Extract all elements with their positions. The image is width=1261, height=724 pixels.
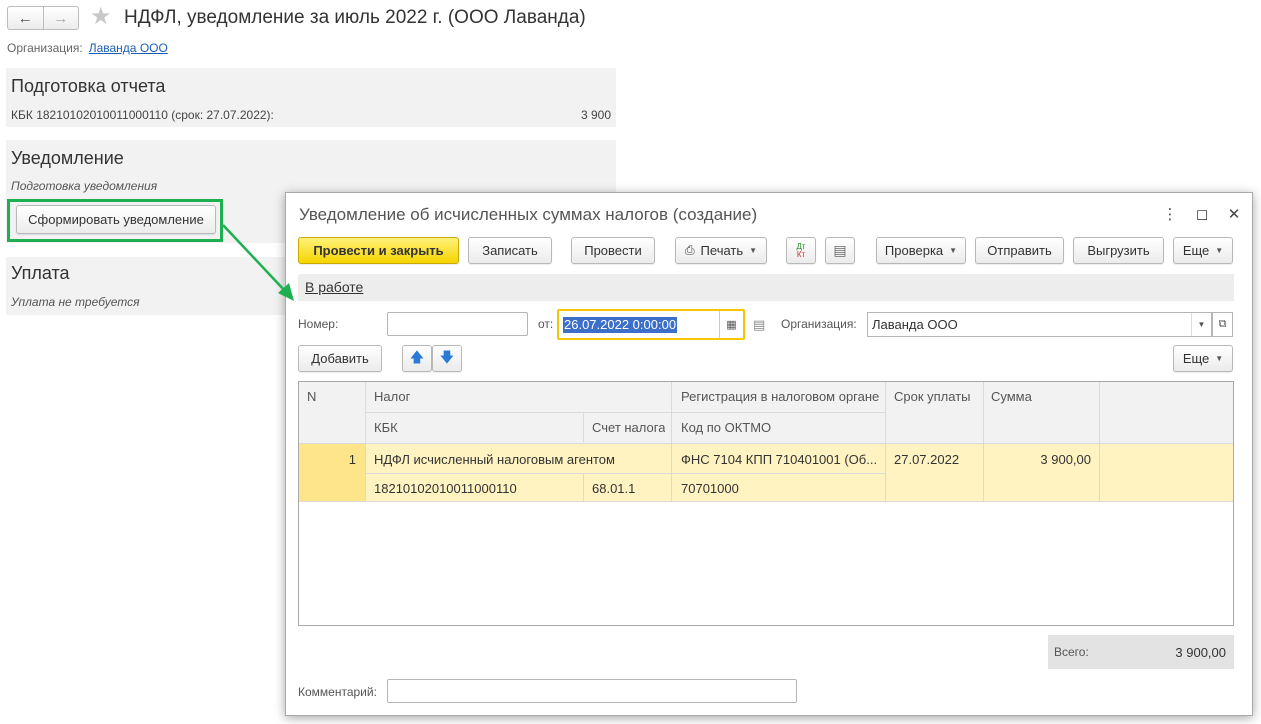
organization-link[interactable]: Лаванда ООО <box>89 41 168 55</box>
post-button[interactable]: Провести <box>571 237 655 264</box>
check-button[interactable]: Проверка ▼ <box>876 237 966 264</box>
comment-input[interactable] <box>387 679 797 703</box>
move-down-icon[interactable]: 🡇 <box>432 345 462 372</box>
close-icon[interactable]: ✕ <box>1226 205 1242 223</box>
send-button[interactable]: Отправить <box>975 237 1064 264</box>
number-label: Номер: <box>298 317 339 331</box>
header-oktmo[interactable]: Код по ОКТМО <box>681 420 771 435</box>
row-sum[interactable]: 3 900,00 <box>991 452 1091 467</box>
dialog-title: Уведомление об исчисленных суммах налого… <box>299 205 758 224</box>
header-registration[interactable]: Регистрация в налоговом органе <box>681 389 881 404</box>
header-sum[interactable]: Сумма <box>991 389 1032 404</box>
notice-title: Уведомление <box>11 148 124 168</box>
table-more-label: Еще <box>1182 351 1210 366</box>
report-icon-button[interactable]: ▤ <box>825 237 855 264</box>
number-input[interactable] <box>387 312 528 336</box>
status-link[interactable]: В работе <box>305 279 363 295</box>
history-list-icon[interactable]: ▤ <box>753 317 765 333</box>
header-kbk[interactable]: КБК <box>374 420 398 435</box>
printer-icon: ⎙ <box>684 243 695 257</box>
dropdown-caret-icon: ▼ <box>949 246 958 255</box>
maximize-icon[interactable]: ◻ <box>1194 205 1210 223</box>
notice-subtitle: Подготовка уведомления <box>11 179 158 193</box>
status-bar: В работе <box>298 274 1234 301</box>
open-organization-icon[interactable]: ⧉ <box>1212 312 1233 337</box>
date-label: от: <box>538 317 554 331</box>
row-account[interactable]: 68.01.1 <box>592 481 635 496</box>
kbk-line: КБК 18210102010011000110 (срок: 27.07.20… <box>11 108 274 122</box>
check-label: Проверка <box>884 243 944 258</box>
organization-label: Организация: <box>781 317 857 331</box>
header-n[interactable]: N <box>307 389 316 404</box>
comment-label: Комментарий: <box>298 685 377 699</box>
more-menu-icon[interactable]: ⋮ <box>1162 205 1178 223</box>
total-value: 3 900,00 <box>1175 645 1226 660</box>
dropdown-caret-icon: ▼ <box>1215 354 1224 363</box>
row-registration[interactable]: ФНС 7104 КПП 710401001 (Об... <box>681 452 881 467</box>
report-preparation-group: Подготовка отчета КБК 182101020100110001… <box>6 68 616 127</box>
table-more-button[interactable]: Еще ▼ <box>1173 345 1233 372</box>
organization-line: Организация: Лаванда ООО <box>7 41 168 55</box>
generate-notice-button[interactable]: Сформировать уведомление <box>16 205 216 234</box>
favorite-star-icon[interactable]: ★ <box>90 4 112 30</box>
payment-title: Уплата <box>11 263 70 283</box>
print-button[interactable]: ⎙ Печать ▼ <box>675 237 767 264</box>
add-row-button[interactable]: Добавить <box>298 345 382 372</box>
header-tax[interactable]: Налог <box>374 389 410 404</box>
back-arrow-icon[interactable]: ← <box>8 7 43 29</box>
more-button[interactable]: Еще ▼ <box>1173 237 1233 264</box>
move-up-icon[interactable]: 🡅 <box>402 345 432 372</box>
dropdown-caret-icon: ▼ <box>1215 246 1224 255</box>
row-tax[interactable]: НДФЛ исчисленный налоговым агентом <box>374 452 664 467</box>
taxes-table: N Налог КБК Счет налога Регистрация в на… <box>298 381 1234 626</box>
post-and-close-button[interactable]: Провести и закрыть <box>298 237 459 264</box>
kbk-amount: 3 900 <box>580 108 611 122</box>
report-preparation-title: Подготовка отчета <box>11 76 166 96</box>
row-oktmo[interactable]: 70701000 <box>681 481 739 496</box>
print-label: Печать <box>700 243 744 258</box>
row-kbk[interactable]: 18210102010011000110 <box>374 481 517 496</box>
dt-kt-button[interactable]: Дт Кт <box>786 237 816 264</box>
header-due-date[interactable]: Срок уплаты <box>894 389 971 404</box>
more-label: Еще <box>1182 243 1210 258</box>
chevron-down-icon[interactable]: ▼ <box>1191 313 1211 336</box>
page-title: НДФЛ, уведомление за июль 2022 г. (ООО Л… <box>124 7 586 28</box>
header-account[interactable]: Счет налога <box>592 420 665 435</box>
date-input[interactable]: 26.07.2022 0:00:00 ▦ <box>557 309 745 340</box>
date-value: 26.07.2022 0:00:00 <box>563 317 678 333</box>
organization-select[interactable]: Лаванда ООО ▼ <box>867 312 1212 337</box>
save-button[interactable]: Записать <box>468 237 552 264</box>
upload-button[interactable]: Выгрузить <box>1073 237 1164 264</box>
kt-icon: Кт <box>796 249 806 259</box>
payment-subtitle: Уплата не требуется <box>11 295 140 309</box>
notice-dialog: Уведомление об исчисленных суммах налого… <box>285 192 1253 716</box>
report-list-icon: ▤ <box>833 242 847 258</box>
row-due-date[interactable]: 27.07.2022 <box>894 452 959 467</box>
dropdown-caret-icon: ▼ <box>749 246 758 255</box>
history-nav: ← → <box>7 6 79 30</box>
calendar-icon[interactable]: ▦ <box>719 311 743 338</box>
organization-label: Организация: <box>7 41 83 55</box>
row-number: 1 <box>348 452 356 467</box>
total-label: Всего: <box>1054 645 1089 659</box>
forward-arrow-icon[interactable]: → <box>42 7 79 29</box>
total-box: Всего: 3 900,00 <box>1048 635 1234 669</box>
organization-value: Лаванда ООО <box>872 317 958 332</box>
